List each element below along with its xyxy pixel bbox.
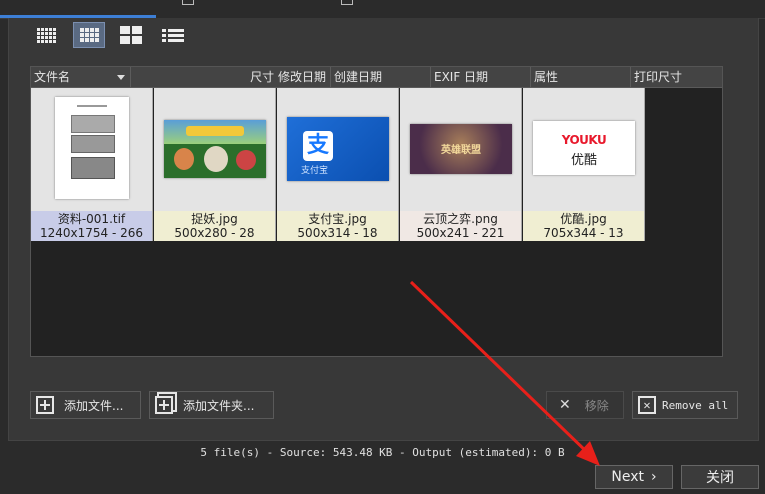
annotation-arrow xyxy=(409,280,600,466)
arrow-shaft xyxy=(409,280,592,457)
